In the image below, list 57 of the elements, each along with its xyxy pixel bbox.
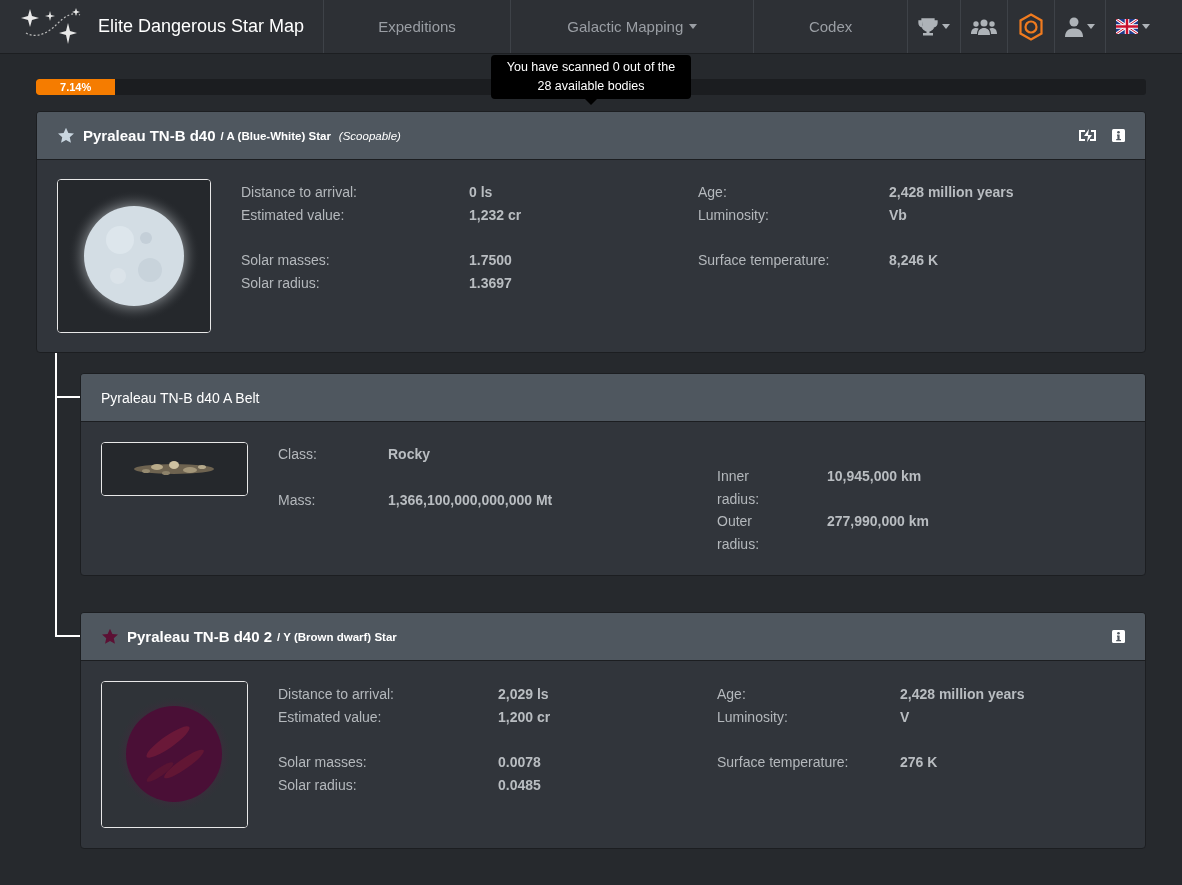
stat-value: 1.7500 (469, 251, 512, 270)
stat-value: 2,029 ls (498, 685, 549, 704)
stat-value: V (900, 707, 910, 727)
stat-label: Age: (717, 685, 747, 704)
info-icon[interactable] (1112, 630, 1125, 643)
stat-label: Solar radius: (278, 775, 358, 795)
stat-label: Inner radius: (717, 467, 761, 509)
hexagon-icon (1018, 12, 1044, 41)
stat-label: Estimated value: (241, 205, 346, 225)
user-icon (1065, 16, 1083, 37)
stat-value: 1,200 cr (498, 707, 551, 727)
stat-value: 1,366,100,000,000,000 Mt (388, 490, 553, 510)
stat-value: 1.3697 (469, 273, 512, 293)
stat-label: Class: (278, 445, 318, 464)
progress-label: 7.14% (60, 81, 92, 93)
stat-label: Distance to arrival: (241, 183, 358, 202)
body-type: / Y (Brown dwarf) Star (277, 630, 397, 643)
stat-label: Distance to arrival: (278, 685, 395, 704)
info-icon[interactable] (1112, 129, 1125, 142)
stat-value: 2,428 million years (889, 183, 1014, 202)
stat-value: 2,428 million years (900, 685, 1025, 704)
body-name: Pyraleau TN-B d40 2 (127, 628, 273, 645)
stat-label: Solar radius: (241, 273, 321, 293)
stat-label: Surface temperature: (717, 753, 850, 772)
stat-label: Estimated value: (278, 707, 383, 727)
body-note: (Scoopable) (338, 129, 401, 142)
nav-link[interactable]: Expeditions (323, 0, 512, 53)
stat-value: 277,990,000 km (827, 512, 929, 531)
charging-icon (1078, 129, 1098, 142)
stat-value: Vb (889, 205, 907, 225)
stat-label: Outer radius: (717, 512, 761, 554)
body-name: Pyraleau TN-B d40 A Belt (101, 389, 260, 406)
nav-link[interactable]: Codex (754, 0, 908, 53)
nav-link[interactable]: Galactic Mapping (511, 0, 755, 53)
stat-value: 276 K (900, 753, 938, 772)
trophy-icon (918, 17, 938, 36)
body-name: Pyraleau TN-B d40 (83, 127, 216, 144)
group-icon (971, 17, 997, 36)
site-title[interactable]: Elite Dangerous Star Map (98, 16, 305, 37)
stat-value: 0.0485 (498, 775, 541, 795)
stat-value: Rocky (388, 445, 431, 464)
stat-value: 0 ls (469, 183, 493, 202)
stat-value: 1,232 cr (469, 205, 522, 225)
stat-label: Solar masses: (241, 251, 331, 270)
stat-label: Luminosity: (717, 707, 789, 727)
tooltip: You have scanned 0 out of the 28 available bodies (491, 55, 691, 99)
body-type: / A (Blue-White) Star (220, 129, 331, 142)
stat-value: 10,945,000 km (827, 467, 922, 486)
stat-label: Surface temperature: (698, 251, 831, 270)
stat-label: Age: (698, 183, 728, 202)
stat-label: Luminosity: (698, 205, 770, 225)
stat-label: Solar masses: (278, 753, 368, 772)
tooltip-arrow (585, 99, 597, 105)
flag-icon (1116, 19, 1138, 34)
stat-value: 8,246 K (889, 251, 939, 270)
stat-label: Mass: (278, 490, 317, 510)
stat-value: 0.0078 (498, 753, 541, 772)
